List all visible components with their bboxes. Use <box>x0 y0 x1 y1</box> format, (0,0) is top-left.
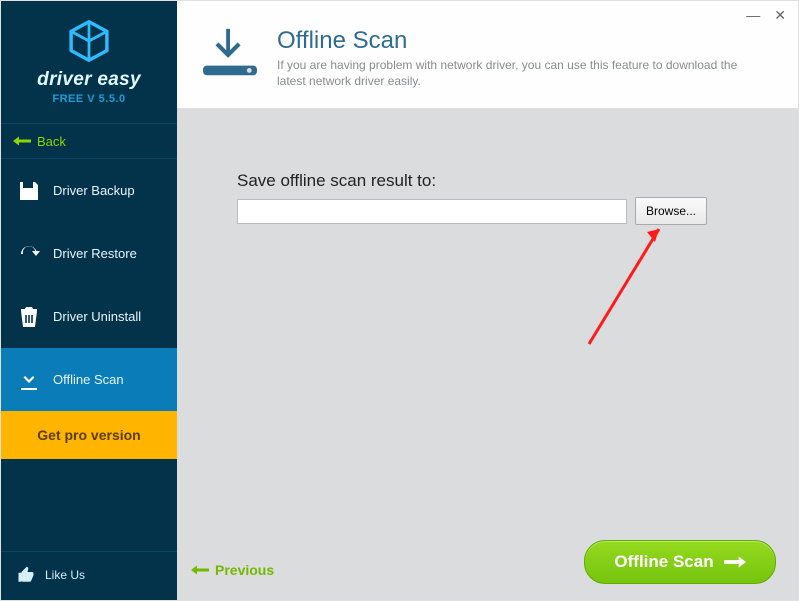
sidebar-item-uninstall[interactable]: Driver Uninstall <box>1 285 177 348</box>
thumbs-up-icon <box>17 566 35 584</box>
like-us-button[interactable]: Like Us <box>1 551 177 600</box>
sidebar-item-restore[interactable]: Driver Restore <box>1 222 177 285</box>
window-controls: — ✕ <box>746 7 786 24</box>
sidebar-item-backup[interactable]: Driver Backup <box>1 159 177 222</box>
browse-button[interactable]: Browse... <box>635 197 707 225</box>
like-us-label: Like Us <box>45 568 85 582</box>
close-button[interactable]: ✕ <box>774 7 786 24</box>
download-tray-icon <box>199 27 261 81</box>
back-button[interactable]: Back <box>1 123 177 159</box>
annotation-arrow-icon <box>577 214 677 354</box>
offline-scan-button[interactable]: Offline Scan <box>584 540 776 584</box>
minimize-button[interactable]: — <box>746 7 760 24</box>
main-header: Offline Scan If you are having problem w… <box>177 1 798 109</box>
previous-label: Previous <box>215 562 274 578</box>
offline-scan-label: Offline Scan <box>614 552 713 572</box>
save-path-label: Save offline scan result to: <box>237 171 436 191</box>
brand-logo-icon <box>67 19 111 63</box>
save-path-input[interactable] <box>237 199 627 224</box>
floppy-icon <box>17 179 41 203</box>
arrow-right-icon <box>724 556 746 568</box>
back-label: Back <box>37 134 66 149</box>
brand-name: driver easy <box>37 69 141 91</box>
sidebar: driver easy FREE V 5.5.0 Back Driver Bac… <box>1 1 177 600</box>
page-title: Offline Scan <box>277 27 747 55</box>
trash-icon <box>17 305 41 329</box>
page-subtitle: If you are having problem with network d… <box>277 57 747 89</box>
main-body: Save offline scan result to: Browse... P… <box>177 109 798 600</box>
previous-button[interactable]: Previous <box>191 562 274 578</box>
arrow-left-icon <box>13 136 31 146</box>
brand-block: driver easy FREE V 5.5.0 <box>1 1 177 123</box>
sidebar-item-label: Driver Uninstall <box>53 309 141 324</box>
brand-subtitle: FREE V 5.5.0 <box>52 93 125 105</box>
sidebar-item-label: Driver Backup <box>53 183 135 198</box>
sidebar-item-label: Offline Scan <box>53 372 124 387</box>
get-pro-button[interactable]: Get pro version <box>1 411 177 459</box>
app-window: — ✕ driver easy FREE V 5.5.0 Back Driver… <box>0 0 799 601</box>
sidebar-spacer <box>1 459 177 551</box>
download-icon <box>17 368 41 392</box>
arrow-left-icon <box>191 565 209 575</box>
refresh-icon <box>17 242 41 266</box>
nav-list: Driver Backup Driver Restore Driver Unin… <box>1 159 177 411</box>
main-content: Offline Scan If you are having problem w… <box>177 1 798 600</box>
get-pro-label: Get pro version <box>37 427 140 443</box>
sidebar-item-offline-scan[interactable]: Offline Scan <box>1 348 177 411</box>
sidebar-item-label: Driver Restore <box>53 246 137 261</box>
